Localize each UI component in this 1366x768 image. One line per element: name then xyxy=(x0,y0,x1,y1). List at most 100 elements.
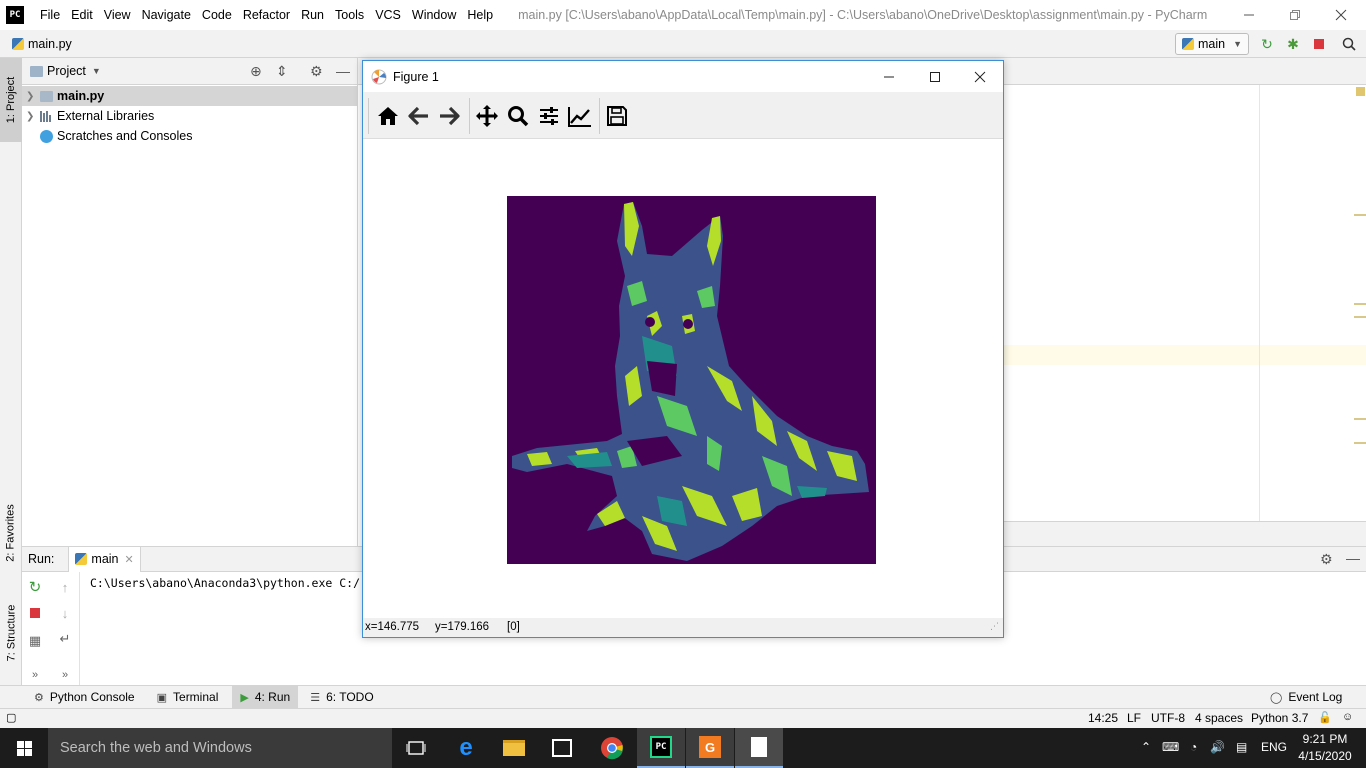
pan-button[interactable] xyxy=(475,104,499,128)
home-button[interactable] xyxy=(376,104,400,128)
more-icon[interactable]: » xyxy=(26,666,44,684)
tab-structure[interactable]: 7: Structure xyxy=(0,588,22,678)
tab-todo[interactable]: ☰ 6: TODO xyxy=(302,686,381,709)
arrow-down-icon[interactable]: ↓ xyxy=(56,604,74,622)
tree-item-main-py[interactable]: ❯ main.py xyxy=(22,86,357,106)
taskbar-clock[interactable]: 9:21 PM 4/15/2020 xyxy=(1290,731,1360,765)
menu-vcs[interactable]: VCS xyxy=(371,8,408,22)
tab-project[interactable]: 1: Project xyxy=(0,58,22,142)
figure-maximize-button[interactable] xyxy=(912,61,958,92)
taskbar-file-explorer[interactable] xyxy=(490,728,538,768)
edit-axis-button[interactable] xyxy=(568,104,592,128)
start-button[interactable] xyxy=(0,728,48,768)
tab-terminal[interactable]: ▣ Terminal xyxy=(149,686,227,709)
indent-setting[interactable]: 4 spaces xyxy=(1195,711,1243,725)
stop-button[interactable] xyxy=(26,604,44,622)
python-interpreter[interactable]: Python 3.7 xyxy=(1251,711,1308,725)
ime-icon[interactable]: ⌨ xyxy=(1162,740,1179,754)
minimize-button[interactable] xyxy=(1226,0,1272,30)
plot-image[interactable] xyxy=(507,196,876,564)
folder-icon xyxy=(40,90,53,102)
menu-tools[interactable]: Tools xyxy=(331,8,371,22)
close-tab-icon[interactable]: ✕ xyxy=(125,553,134,566)
editor-horizontal-scrollbar[interactable] xyxy=(1004,521,1366,546)
rerun-icon[interactable]: ↻ xyxy=(1258,35,1276,53)
windows-logo-icon xyxy=(16,740,32,756)
run-tab-main[interactable]: main ✕ xyxy=(68,546,141,572)
chevron-right-icon[interactable]: ❯ xyxy=(26,91,40,102)
back-button[interactable] xyxy=(407,104,431,128)
inspection-status-icon[interactable] xyxy=(1356,87,1365,96)
menu-navigate[interactable]: Navigate xyxy=(138,8,198,22)
menu-refactor[interactable]: Refactor xyxy=(239,8,297,22)
rerun-icon[interactable]: ↻ xyxy=(26,578,44,596)
tree-item-external-libraries[interactable]: ❯ External Libraries xyxy=(22,106,357,126)
tab-event-log[interactable]: ◯ Event Log xyxy=(1262,686,1350,709)
zoom-button[interactable] xyxy=(506,104,530,128)
hide-panel-icon[interactable]: — xyxy=(1346,550,1360,566)
menu-run[interactable]: Run xyxy=(297,8,331,22)
taskbar-store[interactable] xyxy=(538,728,586,768)
taskbar-figure-window[interactable] xyxy=(735,728,783,768)
collapse-all-icon[interactable]: ⇕ xyxy=(276,63,288,80)
chevron-down-icon[interactable]: ▼ xyxy=(92,66,101,76)
tab-python-console[interactable]: ⚙ Python Console xyxy=(26,686,143,709)
tab-terminal-label: Terminal xyxy=(173,690,219,704)
volume-icon[interactable]: 🔊 xyxy=(1210,740,1225,754)
forward-button[interactable] xyxy=(437,104,461,128)
figure-minimize-button[interactable] xyxy=(866,61,912,92)
tab-favorites[interactable]: 2: Favorites xyxy=(0,488,22,578)
line-separator[interactable]: LF xyxy=(1127,711,1141,725)
configure-subplots-button[interactable] xyxy=(537,104,561,128)
close-button[interactable] xyxy=(1318,0,1364,30)
close-icon xyxy=(1335,9,1347,21)
hide-panel-icon[interactable]: — xyxy=(336,63,350,79)
run-configuration-select[interactable]: main ▼ xyxy=(1175,33,1249,55)
console-output[interactable]: C:\Users\abano\Anaconda3\python.exe C:/ xyxy=(90,576,360,590)
file-encoding[interactable]: UTF-8 xyxy=(1151,711,1185,725)
restore-button[interactable] xyxy=(1272,0,1318,30)
tab-run[interactable]: ▶ 4: Run xyxy=(232,685,299,709)
taskbar-edge[interactable]: e xyxy=(442,728,490,768)
wifi-icon[interactable]: ◔ xyxy=(1190,740,1197,754)
resize-grip-icon[interactable]: ⋰ xyxy=(990,621,999,632)
taskbar-chrome[interactable] xyxy=(588,728,636,768)
arrow-up-icon[interactable]: ↑ xyxy=(56,578,74,596)
figure-canvas[interactable] xyxy=(363,139,1003,617)
menu-window[interactable]: Window xyxy=(408,8,463,22)
project-view-select[interactable]: Project xyxy=(47,64,86,78)
taskbar-pdf-app[interactable]: G xyxy=(686,728,734,768)
action-center-icon[interactable]: ▤ xyxy=(1236,740,1247,754)
search-everywhere-button[interactable] xyxy=(1340,35,1358,53)
more-icon[interactable]: » xyxy=(56,666,74,684)
soft-wrap-icon[interactable]: ↵ xyxy=(56,630,74,648)
caret-position[interactable]: 14:25 xyxy=(1088,711,1118,725)
chevron-right-icon[interactable]: ❯ xyxy=(26,111,40,122)
debug-icon[interactable]: ✱ xyxy=(1284,35,1302,53)
save-button[interactable] xyxy=(605,104,629,128)
menu-code[interactable]: Code xyxy=(198,8,239,22)
taskbar-search-placeholder: Search the web and Windows xyxy=(60,740,252,756)
taskbar-search-box[interactable]: Search the web and Windows xyxy=(48,728,392,768)
pixel-value-readout: [0] xyxy=(507,621,520,633)
chevron-up-icon[interactable]: ⌃ xyxy=(1141,740,1151,754)
lock-icon[interactable]: 🔓 xyxy=(1318,711,1332,724)
breadcrumb-file[interactable]: main.py xyxy=(12,37,72,51)
layout-icon[interactable]: ▦ xyxy=(26,632,44,650)
figure-close-button[interactable] xyxy=(957,61,1003,92)
tree-item-scratches[interactable]: Scratches and Consoles xyxy=(22,126,357,146)
menu-edit[interactable]: Edit xyxy=(67,8,100,22)
gear-icon[interactable]: ⚙ xyxy=(1320,551,1333,568)
stop-button[interactable] xyxy=(1310,35,1328,53)
scratches-icon xyxy=(40,129,53,143)
language-indicator[interactable]: ENG xyxy=(1261,740,1287,754)
inspector-icon[interactable]: ☺ xyxy=(1342,711,1353,723)
task-view-button[interactable] xyxy=(392,728,440,768)
gear-icon[interactable]: ⚙ xyxy=(310,63,323,80)
menu-help[interactable]: Help xyxy=(463,8,500,22)
taskbar-pycharm[interactable]: PC xyxy=(637,728,685,768)
tool-windows-icon[interactable]: ▢ xyxy=(6,711,16,724)
menu-file[interactable]: File xyxy=(36,8,67,22)
menu-view[interactable]: View xyxy=(100,8,138,22)
locate-icon[interactable]: ⊕ xyxy=(250,63,262,80)
